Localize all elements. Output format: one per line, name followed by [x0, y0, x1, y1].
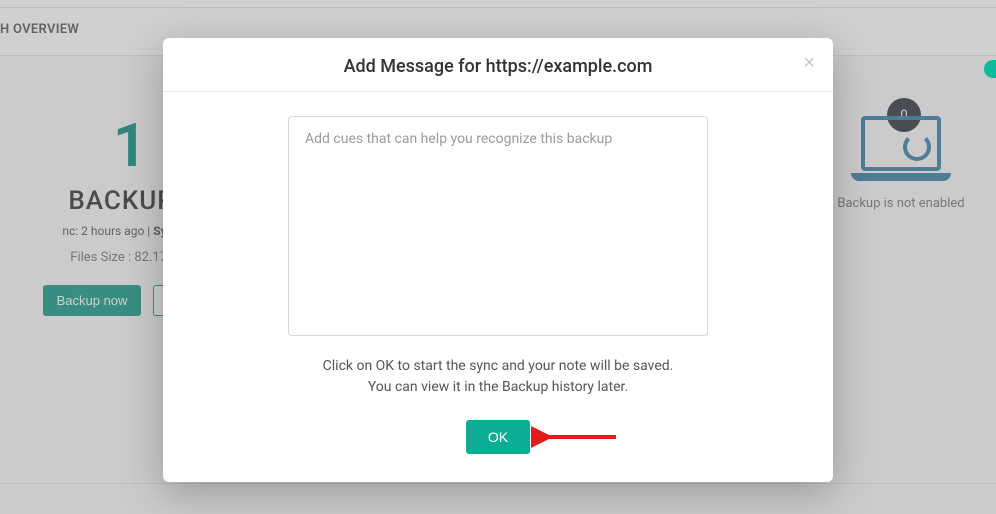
modal-title: Add Message for https://example.com — [187, 56, 809, 77]
help-line-1: Click on OK to start the sync and your n… — [323, 358, 674, 374]
backup-note-textarea[interactable] — [288, 116, 708, 336]
annotation-arrow-icon — [531, 425, 621, 449]
modal-help-text: Click on OK to start the sync and your n… — [203, 356, 793, 398]
ok-button[interactable]: OK — [466, 420, 530, 454]
add-message-modal: Add Message for https://example.com × Cl… — [163, 38, 833, 482]
help-bubble-icon[interactable] — [984, 60, 996, 78]
close-icon[interactable]: × — [803, 52, 815, 75]
help-line-2: You can view it in the Backup history la… — [368, 379, 628, 395]
